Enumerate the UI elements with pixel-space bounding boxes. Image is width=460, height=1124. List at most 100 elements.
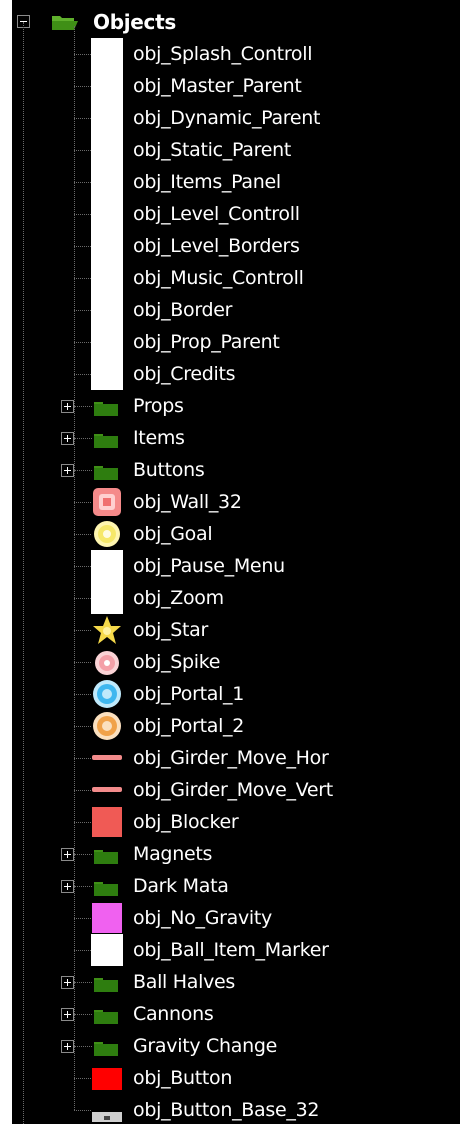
tree-guide-line [74, 214, 91, 215]
tree-guide-line [74, 278, 91, 279]
tree-object-obj-button-base-32[interactable]: obj_Button_Base_32 [12, 1094, 460, 1124]
tree-object-obj-blocker[interactable]: obj_Blocker [12, 806, 460, 838]
tree-guide-line [74, 854, 92, 855]
tree-object-obj-girder-move-hor[interactable]: obj_Girder_Move_Hor [12, 742, 460, 774]
object-label: obj_No_Gravity [133, 907, 272, 929]
expand-expander-icon[interactable] [61, 880, 74, 893]
tree-folder-items[interactable]: Items [12, 422, 460, 454]
tree-guide-line [74, 374, 91, 375]
tree-object-obj-portal-1[interactable]: obj_Portal_1 [12, 678, 460, 710]
white-blank-sprite-icon [91, 70, 123, 102]
tree-object-obj-ball-item-marker[interactable]: obj_Ball_Item_Marker [12, 934, 460, 966]
object-label: obj_Button [133, 1067, 233, 1089]
object-label: obj_Ball_Item_Marker [133, 939, 329, 961]
tree-guide-line [74, 694, 91, 695]
expand-expander-icon[interactable] [61, 1008, 74, 1021]
tree-folder-buttons[interactable]: Buttons [12, 454, 460, 486]
tree-guide-line [74, 342, 91, 343]
white-blank-sprite-icon [91, 326, 123, 358]
tree-object-obj-level-borders[interactable]: obj_Level_Borders [12, 230, 460, 262]
tree-folder-dark-mata[interactable]: Dark Mata [12, 870, 460, 902]
expand-expander-icon[interactable] [61, 848, 74, 861]
object-label: obj_Goal [133, 523, 213, 545]
tree-object-obj-music-controll[interactable]: obj_Music_Controll [12, 262, 460, 294]
folder-icon [94, 1009, 118, 1024]
tree-object-obj-static-parent[interactable]: obj_Static_Parent [12, 134, 460, 166]
tree-object-obj-level-controll[interactable]: obj_Level_Controll [12, 198, 460, 230]
tree-root-objects[interactable]: Objects [12, 6, 460, 38]
tree-guide-line [74, 310, 91, 311]
tree-object-obj-girder-move-vert[interactable]: obj_Girder_Move_Vert [12, 774, 460, 806]
object-label: obj_Splash_Controll [133, 43, 313, 65]
object-label: obj_Border [133, 299, 233, 321]
expand-expander-icon[interactable] [61, 400, 74, 413]
tree-object-obj-no-gravity[interactable]: obj_No_Gravity [12, 902, 460, 934]
white-blank-sprite-icon [91, 934, 123, 966]
tree-object-obj-dynamic-parent[interactable]: obj_Dynamic_Parent [12, 102, 460, 134]
tree-guide-line [74, 54, 91, 55]
white-blank-sprite-icon [91, 550, 123, 582]
object-label: obj_Static_Parent [133, 139, 292, 161]
tree-guide-line [74, 630, 91, 631]
object-label: obj_Items_Panel [133, 171, 281, 193]
object-label: obj_Portal_2 [133, 715, 245, 737]
spike-sprite-icon [91, 646, 123, 678]
tree-folder-magnets[interactable]: Magnets [12, 838, 460, 870]
expand-expander-icon[interactable] [61, 976, 74, 989]
no-gravity-sprite-icon [91, 902, 123, 934]
expand-expander-icon[interactable] [61, 1040, 74, 1053]
tree-guide-line [74, 918, 91, 919]
tree-object-obj-master-parent[interactable]: obj_Master_Parent [12, 70, 460, 102]
tree-guide-line [74, 150, 91, 151]
tree-guide-line [74, 26, 75, 1110]
tree-object-obj-pause-menu[interactable]: obj_Pause_Menu [12, 550, 460, 582]
tree-object-obj-splash-controll[interactable]: obj_Splash_Controll [12, 38, 460, 70]
wall-sprite-icon [91, 486, 123, 518]
star-sprite-icon [91, 614, 123, 646]
object-label: obj_Master_Parent [133, 75, 302, 97]
tree-folder-cannons[interactable]: Cannons [12, 998, 460, 1030]
folder-label: Cannons [133, 1003, 214, 1025]
folder-label: Props [133, 395, 184, 417]
tree-folder-props[interactable]: Props [12, 390, 460, 422]
tree-folder-gravity-change[interactable]: Gravity Change [12, 1030, 460, 1062]
tree-object-obj-zoom[interactable]: obj_Zoom [12, 582, 460, 614]
tree-object-obj-goal[interactable]: obj_Goal [12, 518, 460, 550]
tree-object-obj-prop-parent[interactable]: obj_Prop_Parent [12, 326, 460, 358]
goal-sprite-icon [91, 518, 123, 550]
resource-tree[interactable]: Objects obj_Splash_Controll obj_Master_Pa… [12, 0, 460, 1124]
expand-expander-icon[interactable] [61, 464, 74, 477]
tree-object-obj-button[interactable]: obj_Button [12, 1062, 460, 1094]
folder-icon [94, 881, 118, 896]
object-label: obj_Portal_1 [133, 683, 245, 705]
tree-object-obj-portal-2[interactable]: obj_Portal_2 [12, 710, 460, 742]
tree-guide-line [74, 790, 91, 791]
object-label: obj_Wall_32 [133, 491, 242, 513]
tree-guide-line [74, 1110, 91, 1111]
tree-object-obj-border[interactable]: obj_Border [12, 294, 460, 326]
white-blank-sprite-icon [91, 262, 123, 294]
tree-object-obj-spike[interactable]: obj_Spike [12, 646, 460, 678]
tree-guide-line [74, 886, 92, 887]
expand-expander-icon[interactable] [61, 432, 74, 445]
tree-object-obj-credits[interactable]: obj_Credits [12, 358, 460, 390]
object-label: obj_Music_Controll [133, 267, 304, 289]
tree-guide-line [74, 182, 91, 183]
white-blank-sprite-icon [91, 294, 123, 326]
tree-object-obj-wall-32[interactable]: obj_Wall_32 [12, 486, 460, 518]
white-blank-sprite-icon [91, 358, 123, 390]
root-label: Objects [93, 10, 176, 34]
folder-icon [94, 433, 118, 448]
tree-object-obj-star[interactable]: obj_Star [12, 614, 460, 646]
tree-guide-line [74, 598, 91, 599]
tree-guide-line [74, 950, 91, 951]
tree-folder-ball-halves[interactable]: Ball Halves [12, 966, 460, 998]
folder-icon [94, 977, 118, 992]
object-label: obj_Blocker [133, 811, 239, 833]
folder-label: Dark Mata [133, 875, 229, 897]
tree-guide-line [74, 982, 92, 983]
button-sprite-icon [91, 1062, 123, 1094]
white-blank-sprite-icon [91, 134, 123, 166]
tree-guide-line [23, 22, 24, 1124]
tree-object-obj-items-panel[interactable]: obj_Items_Panel [12, 166, 460, 198]
